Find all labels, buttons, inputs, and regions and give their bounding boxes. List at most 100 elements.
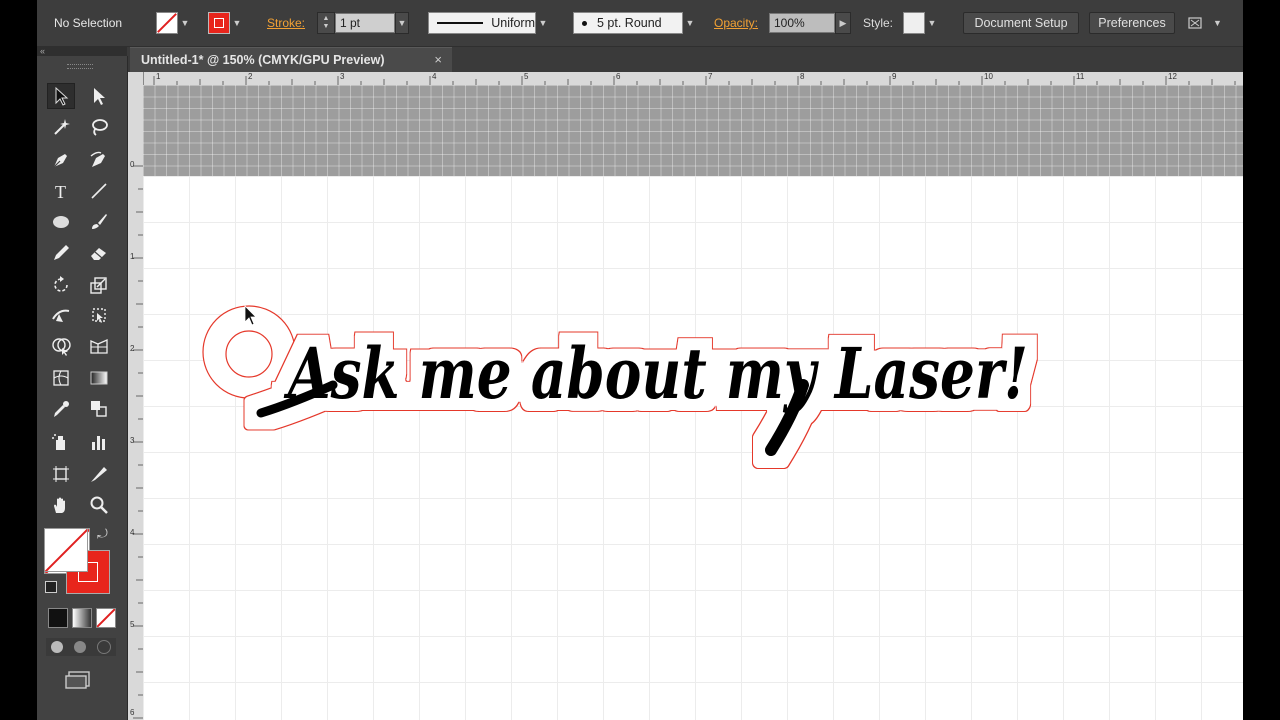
perspective-grid-tool-icon[interactable]	[85, 333, 113, 359]
eyedropper-tool-icon[interactable]	[47, 396, 75, 422]
slice-tool-icon[interactable]	[85, 461, 113, 487]
document-canvas[interactable]: Ask me about my Laser! Ask me about my L…	[143, 85, 1243, 720]
chevron-right-icon[interactable]: ▶	[835, 12, 851, 34]
free-transform-tool-icon[interactable]	[85, 302, 113, 328]
paintbrush-tool-icon[interactable]	[85, 209, 113, 235]
ruler-label: 3	[340, 72, 345, 81]
ruler-label: 6	[130, 708, 135, 717]
profile-preview[interactable]: Uniform	[428, 12, 536, 34]
keyring-tab[interactable]	[202, 305, 296, 399]
line-segment-tool-icon[interactable]	[85, 178, 113, 204]
tab-title: Untitled-1* @ 150% (CMYK/GPU Preview)	[141, 53, 385, 67]
profile-line-icon	[437, 22, 484, 24]
chevron-down-icon[interactable]: ▼	[925, 12, 939, 34]
horizontal-ruler[interactable]: 1 2 3 4 5 6 7 8 9 10 11 12	[143, 72, 1243, 86]
brush-definition[interactable]: 5 pt. Round ▼	[573, 12, 697, 34]
direct-selection-tool-icon[interactable]	[85, 83, 113, 109]
draw-inside-icon[interactable]	[96, 640, 111, 654]
column-graph-tool-icon[interactable]	[85, 429, 113, 455]
collapse-panels-icon[interactable]: «	[40, 46, 45, 56]
round-brush-icon	[582, 20, 587, 26]
draw-normal-icon[interactable]	[51, 641, 64, 653]
control-bar: No Selection ▼ ▼ Stroke: ▲ ▼ 1 pt ▼ Unifo…	[37, 0, 1243, 47]
draw-behind-icon[interactable]	[73, 641, 86, 653]
chevron-down-icon[interactable]: ▼	[536, 12, 550, 34]
ruler-label: 0	[130, 160, 135, 169]
curvature-tool-icon[interactable]	[85, 147, 113, 173]
rotate-tool-icon[interactable]	[47, 272, 75, 298]
opacity-field[interactable]: 100%	[769, 13, 835, 33]
document-tab-bar: Untitled-1* @ 150% (CMYK/GPU Preview) ×	[127, 47, 1243, 72]
brush-label: 5 pt. Round	[597, 16, 662, 30]
width-tool-icon[interactable]	[47, 302, 75, 328]
chevron-down-icon[interactable]: ▼	[178, 12, 192, 34]
letterbox-right	[1243, 0, 1280, 720]
type-tool-icon[interactable]: T	[47, 178, 75, 204]
fill-color-icon[interactable]	[44, 528, 88, 572]
stroke-color-swatch[interactable]	[208, 12, 230, 34]
ruler-label: 6	[616, 72, 621, 81]
gradient-mode-icon[interactable]	[72, 608, 92, 628]
graphic-style-swatch[interactable]	[903, 12, 925, 34]
ruler-label: 9	[892, 72, 897, 81]
none-mode-icon[interactable]	[96, 608, 116, 628]
graphic-style-control[interactable]: ▼	[903, 12, 939, 34]
fill-none-swatch[interactable]	[156, 12, 178, 34]
chevron-down-icon[interactable]: ▼	[230, 12, 244, 34]
chevron-down-icon[interactable]: ▼	[683, 12, 697, 34]
lasso-tool-icon[interactable]	[85, 114, 113, 140]
ellipse-tool-icon[interactable]	[47, 209, 75, 235]
blend-tool-icon[interactable]	[85, 396, 113, 422]
magic-wand-tool-icon[interactable]	[47, 114, 75, 140]
stroke-weight-control[interactable]: ▲ ▼ 1 pt ▼	[317, 12, 409, 34]
stepper-arrows-icon[interactable]: ▲ ▼	[317, 12, 335, 34]
variable-width-profile[interactable]: Uniform ▼	[428, 12, 550, 34]
stroke-swatch-control[interactable]: ▼	[208, 12, 244, 34]
pen-tool-icon[interactable]	[47, 147, 75, 173]
opacity-label[interactable]: Opacity:	[714, 12, 758, 34]
arrange-documents-icon[interactable]: ▼	[1187, 12, 1222, 34]
draw-mode-icons[interactable]	[46, 638, 116, 656]
opacity-control[interactable]: 100% ▶	[769, 12, 851, 34]
preferences-control[interactable]: Preferences	[1089, 12, 1175, 34]
eraser-tool-icon[interactable]	[85, 240, 113, 266]
tab-untitled-1[interactable]: Untitled-1* @ 150% (CMYK/GPU Preview) ×	[130, 47, 452, 72]
lettering[interactable]: Ask me about my Laser!	[256, 332, 1028, 456]
default-fill-stroke-icon[interactable]	[45, 581, 57, 593]
profile-label: Uniform	[491, 16, 535, 30]
gradient-tool-icon[interactable]	[85, 365, 113, 391]
chevron-down-icon[interactable]: ▼	[395, 12, 409, 34]
vertical-ruler[interactable]: 0 1 2 3 4 5 6	[128, 72, 144, 720]
preferences-button[interactable]: Preferences	[1089, 12, 1175, 34]
stroke-weight-field[interactable]: 1 pt	[335, 13, 395, 33]
svg-text:T: T	[55, 182, 66, 201]
scale-tool-icon[interactable]	[85, 272, 113, 298]
hand-tool-icon[interactable]	[47, 492, 75, 518]
panel-grip[interactable]	[67, 64, 93, 69]
brush-preview[interactable]: 5 pt. Round	[573, 12, 683, 34]
symbol-sprayer-tool-icon[interactable]	[47, 429, 75, 455]
document-setup-button[interactable]: Document Setup	[963, 12, 1079, 34]
zoom-tool-icon[interactable]	[85, 492, 113, 518]
ruler-label: 11	[1076, 72, 1085, 81]
none-slash-icon	[45, 529, 87, 571]
shape-builder-tool-icon[interactable]	[47, 333, 75, 359]
ruler-label: 5	[524, 72, 529, 81]
fill-swatch-control[interactable]: ▼	[156, 12, 192, 34]
pencil-tool-icon[interactable]	[47, 240, 75, 266]
swap-fill-stroke-icon[interactable]: ⤾	[97, 526, 108, 542]
ruler-label: 1	[156, 72, 161, 81]
ruler-label: 4	[432, 72, 437, 81]
ruler-label: 2	[130, 344, 135, 353]
headline-text: Ask me about my Laser!	[283, 332, 1028, 415]
document-setup-control[interactable]: Document Setup	[963, 12, 1079, 34]
stroke-label[interactable]: Stroke:	[267, 12, 305, 34]
screen-mode-icon[interactable]	[65, 670, 93, 690]
artboard-tool-icon[interactable]	[47, 461, 75, 487]
color-mode-icon[interactable]	[48, 608, 68, 628]
selection-tool-icon[interactable]	[47, 83, 75, 109]
mesh-tool-icon[interactable]	[47, 365, 75, 391]
close-icon[interactable]: ×	[434, 52, 442, 67]
ruler-label: 3	[130, 436, 135, 445]
none-slash-icon	[97, 609, 115, 627]
